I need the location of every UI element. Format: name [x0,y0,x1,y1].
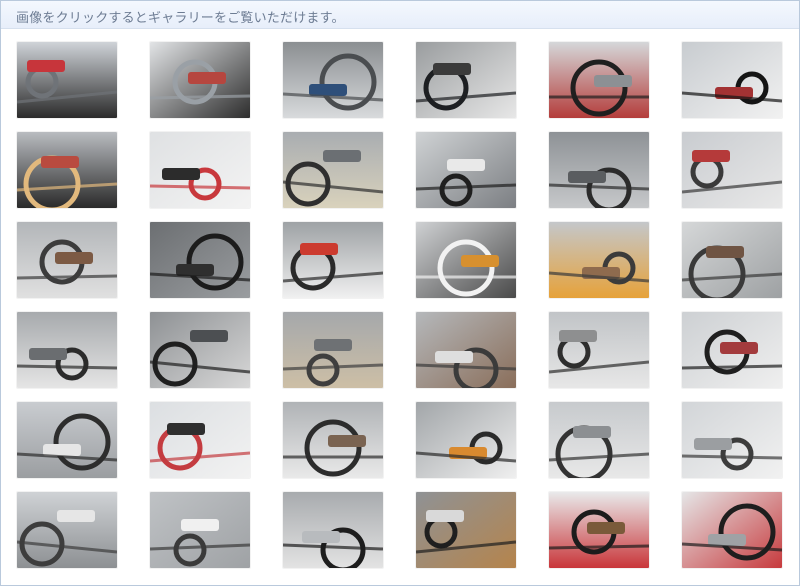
seat-rear-photo [682,42,782,118]
fork-fender-photo [549,402,649,478]
gallery-thumbnail[interactable] [283,312,383,388]
grip-handlebar-photo [549,42,649,118]
headlight-handlebar-photo [283,42,383,118]
front-wheel-spokes-photo [17,492,117,568]
gallery-thumbnail[interactable] [283,222,383,298]
gallery-thumbnail[interactable] [549,222,649,298]
footpeg-frame-photo [682,132,782,208]
gallery-thumbnail[interactable] [283,42,383,118]
gallery-thumbnail[interactable] [549,402,649,478]
engine-detail-photo [549,132,649,208]
kickstand-pedal-photo [416,312,516,388]
gallery-thumbnail[interactable] [549,492,649,568]
motorcycle-side-left-photo [17,42,117,118]
gallery-thumbnail[interactable] [682,402,782,478]
mirror-handlebar-photo [17,132,117,208]
rear-wheel-spokes-photo [150,492,250,568]
gallery-thumbnail[interactable] [17,492,117,568]
gallery-thumbnail[interactable] [17,312,117,388]
engine-side-photo [549,312,649,388]
rear-wheel-hub-photo [682,222,782,298]
wheel-tire-closeup-photo [416,492,516,568]
gallery-thumbnail[interactable] [17,42,117,118]
gallery-thumbnail[interactable] [17,132,117,208]
gallery-thumbnail[interactable] [17,222,117,298]
gallery-thumbnail[interactable] [682,42,782,118]
gallery-thumbnail[interactable] [150,492,250,568]
tail-light-topdown-photo [283,222,383,298]
gallery-thumbnail[interactable] [682,312,782,388]
gallery-thumbnail[interactable] [283,132,383,208]
front-fork-photo [682,402,782,478]
gallery-thumbnail[interactable] [682,222,782,298]
engine-lower-photo [17,402,117,478]
gallery-thumbnail[interactable] [150,312,250,388]
ignition-key-photo [283,132,383,208]
thumbnail-grid [17,42,783,568]
gallery-thumbnail[interactable] [150,42,250,118]
gallery-thumbnail[interactable] [549,132,649,208]
gallery-thumbnail[interactable] [416,312,516,388]
yamaha-fuel-tank-photo [150,132,250,208]
side-panel-seat-photo [682,312,782,388]
footpeg-ground-photo [283,312,383,388]
gallery-thumbnail[interactable] [549,312,649,388]
airbox-battery-photo [283,402,383,478]
fuel-cap-opening-photo [549,492,649,568]
rear-fender-exhaust-photo [416,222,516,298]
gallery-thumbnail[interactable] [150,132,250,208]
seat-topdown-photo [283,492,383,568]
gallery-thumbnail[interactable] [283,402,383,478]
speedometer-photo [416,42,516,118]
gallery-panel: 画像をクリックするとギャラリーをご覧いただけます。 [0,0,800,586]
gallery-thumbnail[interactable] [416,132,516,208]
gallery-thumbnail[interactable] [150,222,250,298]
turn-signal-shock-photo [549,222,649,298]
gallery-instruction: 画像をクリックするとギャラリーをご覧いただけます。 [16,11,345,26]
rear-suspension-photo [17,222,117,298]
fuel-cap-removed-photo [682,492,782,568]
gallery-thumbnail[interactable] [549,42,649,118]
gallery-thumbnail[interactable] [150,402,250,478]
gallery-thumbnail[interactable] [682,132,782,208]
gallery-thumbnail[interactable] [416,402,516,478]
spring-tire-closeup-photo [150,312,250,388]
tire-tread-photo [150,222,250,298]
gallery-header: 画像をクリックするとギャラリーをご覧いただけます。 [1,1,799,29]
gallery-thumbnail[interactable] [416,222,516,298]
gallery-thumbnail[interactable] [17,402,117,478]
motorcycle-side-right-photo [150,42,250,118]
gallery-thumbnail[interactable] [416,42,516,118]
yamaha-tank-side-photo [150,402,250,478]
engine-block-photo [416,132,516,208]
front-topdown-photo [416,402,516,478]
gallery-thumbnail[interactable] [283,492,383,568]
shock-spring-closeup-photo [17,312,117,388]
gallery-thumbnail[interactable] [682,492,782,568]
gallery-thumbnail[interactable] [416,492,516,568]
